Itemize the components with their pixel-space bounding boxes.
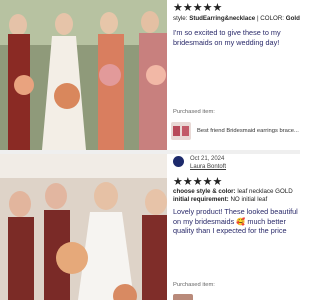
review-details: ★★★★★ style: StudEarring&necklace | COLO… bbox=[171, 0, 300, 150]
style-label: style: bbox=[173, 15, 188, 22]
review-text: Lovely product! These looked beautiful o… bbox=[173, 207, 298, 236]
purchased-item-link[interactable]: Best friend Bridesmaid earrings brace... bbox=[171, 120, 300, 142]
style-label: choose style & color: bbox=[173, 188, 236, 195]
purchased-item-label: Purchased item: bbox=[173, 282, 215, 288]
bridal-party-photo bbox=[0, 154, 167, 300]
review-date: Oct 21, 2024 bbox=[190, 156, 225, 162]
product-thumbnail bbox=[171, 122, 191, 140]
reviewer-info: Oct 21, 2024 Laura Bontoft bbox=[190, 156, 226, 171]
style-value: leaf necklace GOLD bbox=[237, 188, 293, 195]
pipe-separator: | bbox=[256, 15, 259, 22]
avatar bbox=[173, 156, 184, 167]
review-photo[interactable] bbox=[0, 154, 167, 300]
review-card: Oct 21, 2024 Laura Bontoft ★★★★★ choose … bbox=[0, 154, 300, 300]
variant-info: style: StudEarring&necklace | COLOR: Gol… bbox=[173, 15, 300, 23]
product-name: Best friend Bridesmaid earrings brace... bbox=[197, 128, 299, 134]
jewelry-box-icon bbox=[171, 122, 191, 140]
star-rating: ★★★★★ bbox=[173, 2, 223, 14]
style-value: StudEarring&necklace bbox=[189, 15, 256, 22]
review-card: ★★★★★ style: StudEarring&necklace | COLO… bbox=[0, 0, 300, 150]
variant-info-style: choose style & color: leaf necklace GOLD bbox=[173, 188, 300, 196]
color-value: Gold bbox=[285, 15, 300, 22]
review-text: I'm so excited to give these to my bride… bbox=[173, 28, 281, 47]
color-label: COLOR: bbox=[260, 15, 285, 22]
initial-label: initial requirement: bbox=[173, 196, 229, 203]
bridal-party-photo bbox=[0, 0, 167, 150]
product-thumbnail[interactable] bbox=[173, 294, 193, 300]
reviewer-row: Oct 21, 2024 Laura Bontoft bbox=[173, 156, 300, 171]
purchased-item-label: Purchased item: bbox=[173, 109, 215, 115]
review-photo[interactable] bbox=[0, 0, 167, 150]
variant-info-initial: initial requirement: NO initial leaf bbox=[173, 196, 300, 204]
reviewer-name[interactable]: Laura Bontoft bbox=[190, 163, 226, 171]
initial-value: NO initial leaf bbox=[230, 196, 268, 203]
star-rating: ★★★★★ bbox=[173, 176, 223, 188]
review-details: Oct 21, 2024 Laura Bontoft ★★★★★ choose … bbox=[171, 154, 300, 300]
